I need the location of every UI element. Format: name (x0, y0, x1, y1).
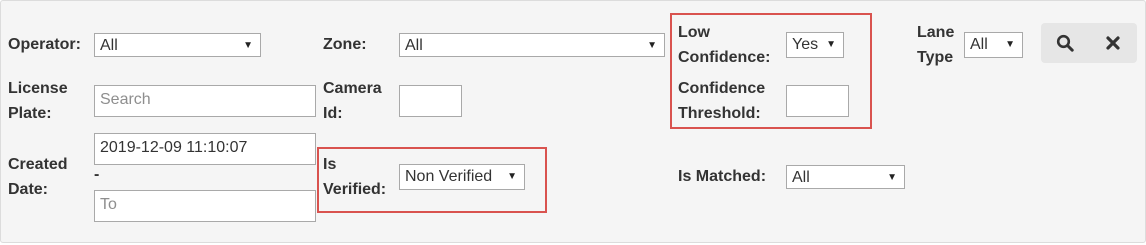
operator-select-value: All (100, 37, 118, 54)
camera-id-label-line2: Id: (323, 105, 343, 122)
zone-select[interactable]: All ▼ (399, 33, 665, 57)
lane-type-select-value: All (970, 36, 988, 53)
date-range-separator: - (94, 166, 100, 183)
camera-id-label-line1: Camera (323, 80, 382, 97)
is-matched-select-value: All (792, 169, 810, 186)
chevron-down-icon: ▼ (1005, 39, 1015, 50)
chevron-down-icon: ▼ (243, 40, 253, 51)
search-button[interactable] (1041, 23, 1089, 63)
is-matched-select[interactable]: All ▼ (786, 165, 905, 189)
zone-select-value: All (405, 37, 423, 54)
filter-panel: Operator: All ▼ Zone: All ▼ Low Confiden… (0, 0, 1146, 243)
created-date-to-input[interactable]: To (94, 190, 316, 222)
is-verified-highlight-box (317, 147, 547, 213)
lane-type-select[interactable]: All ▼ (964, 32, 1023, 58)
created-date-to-placeholder: To (100, 196, 117, 213)
chevron-down-icon: ▼ (647, 40, 657, 51)
license-plate-label-line2: Plate: (8, 105, 52, 122)
lane-type-label-line1: Lane (917, 24, 955, 41)
license-plate-input[interactable]: Search (94, 85, 316, 117)
is-matched-label: Is Matched: (678, 168, 767, 185)
operator-select[interactable]: All ▼ (94, 33, 261, 57)
created-date-from-input[interactable]: 2019-12-09 11:10:07 (94, 133, 316, 165)
low-confidence-highlight-box (670, 13, 872, 129)
created-date-label-line2: Date: (8, 181, 49, 198)
lane-type-label-line2: Type (917, 49, 954, 66)
created-date-from-value: 2019-12-09 11:10:07 (100, 139, 248, 156)
created-date-label-line1: Created (8, 156, 68, 173)
license-plate-placeholder: Search (100, 91, 151, 108)
close-icon (1106, 36, 1120, 50)
operator-label: Operator: (8, 36, 81, 53)
clear-button[interactable] (1089, 23, 1137, 63)
license-plate-label-line1: License (8, 80, 68, 97)
zone-label: Zone: (323, 36, 367, 53)
camera-id-input[interactable] (399, 85, 462, 117)
chevron-down-icon: ▼ (887, 172, 897, 183)
search-icon (1056, 34, 1074, 52)
